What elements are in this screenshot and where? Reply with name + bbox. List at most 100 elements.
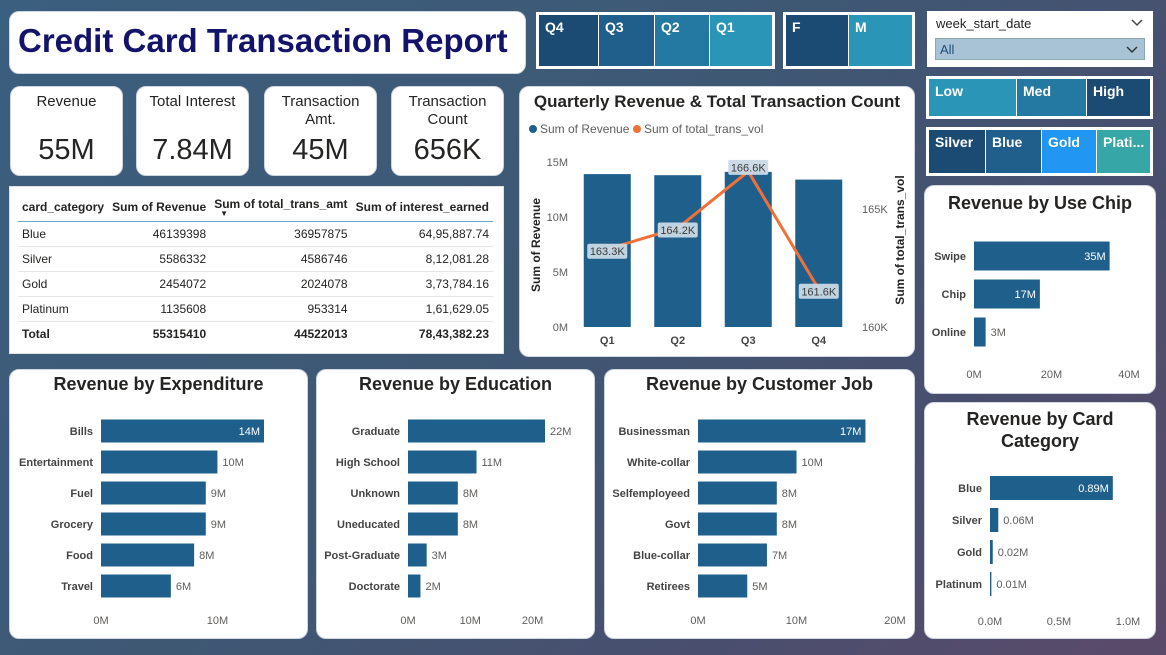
bar — [990, 540, 993, 564]
table-header[interactable]: card_category — [18, 193, 109, 222]
table-cell: 2454072 — [108, 271, 211, 297]
data-label: 8M — [199, 550, 214, 562]
table-header-sorted[interactable]: Sum of total_trans_amt ▼ — [210, 193, 352, 222]
slicer-tile-med[interactable]: Med — [1017, 79, 1087, 116]
series-line — [606, 169, 821, 291]
x-tick-label: Q3 — [741, 335, 756, 347]
legend-label: Sum of Revenue — [540, 122, 630, 136]
y-tick-label: 15M — [547, 157, 568, 169]
kpi-transaction-amt: Transaction Amt. 45M — [264, 86, 377, 176]
bar — [101, 481, 206, 505]
kpi-value: 7.84M — [152, 134, 233, 166]
chevron-down-icon[interactable] — [1131, 19, 1143, 27]
category-label: Post-Graduate — [324, 550, 400, 562]
table-cell: 46139398 — [108, 221, 211, 247]
kpi-label: Total Interest — [149, 93, 236, 110]
quarterly-chart-card: Quarterly Revenue & Total Transaction Co… — [519, 86, 915, 357]
kpi-transaction-count: Transaction Count 656K — [391, 86, 504, 176]
bar — [698, 481, 777, 505]
usechip-chart-card: Revenue by Use Chip Swipe 35M Chip 17M Onlin… — [924, 185, 1156, 394]
table-header[interactable]: Sum of interest_earned — [351, 193, 493, 222]
category-label: Unknown — [351, 488, 401, 500]
bar — [698, 543, 767, 567]
slicer-tile-low[interactable]: Low — [929, 79, 1017, 116]
category-label: Food — [66, 550, 93, 562]
legend-marker — [633, 125, 641, 133]
bar — [101, 543, 195, 567]
y2-axis-title: Sum of total_trans_vol — [893, 175, 907, 304]
kpi-total-interest: Total Interest 7.84M — [136, 86, 249, 176]
data-label: 0.89M — [1078, 483, 1109, 495]
data-label: 22M — [550, 426, 571, 438]
data-label: 161.6K — [801, 286, 837, 298]
x-tick-label: 0M — [966, 369, 981, 381]
slicer-tile-q3[interactable]: Q3 — [599, 15, 655, 66]
table-header[interactable]: Sum of Revenue — [108, 193, 211, 222]
table-cell: 1,61,629.05 — [351, 296, 493, 322]
category-label: Grocery — [51, 519, 94, 531]
x-tick-label: 1.0M — [1116, 616, 1140, 628]
card-slicer[interactable]: Silver Blue Gold Plati... — [926, 127, 1153, 176]
slicer-tile-q2[interactable]: Q2 — [655, 15, 710, 66]
chevron-down-icon — [1126, 46, 1138, 54]
table-cell: 3,73,784.16 — [351, 271, 493, 297]
data-label: 164.2K — [660, 225, 696, 237]
table-cell: 64,95,887.74 — [351, 221, 493, 247]
cardcat-chart: Blue 0.89M Silver 0.06M Gold 0.02M Platinum 0.0… — [936, 476, 1140, 628]
data-label: 8M — [463, 519, 478, 531]
expenditure-chart: Bills 14M Entertainment 10M Fuel 9M Grocery 9M F… — [19, 419, 264, 627]
data-label: 11M — [482, 457, 503, 469]
slicer-tile-gold[interactable]: Gold — [1042, 130, 1097, 173]
slicer-tile-m[interactable]: M — [849, 15, 912, 66]
slicer-tile-blue[interactable]: Blue — [986, 130, 1042, 173]
table-cell: 953314 — [210, 296, 352, 322]
bar — [101, 450, 218, 474]
slicer-tile-high[interactable]: High — [1087, 79, 1150, 116]
bar — [654, 175, 702, 327]
table-cell: 44522013 — [294, 327, 348, 342]
bar — [408, 419, 545, 443]
category-label: Businessman — [618, 426, 690, 438]
quarter-slicer[interactable]: Q4 Q3 Q2 Q1 — [536, 12, 775, 69]
card-category-table: card_category Sum of Revenue Sum of tota… — [9, 186, 504, 354]
report-title-card: Credit Card Transaction Report — [9, 11, 526, 74]
bar — [698, 574, 748, 598]
table-header-label: Sum of total_trans_amt — [214, 197, 348, 211]
category-label: Graduate — [352, 426, 400, 438]
table-cell: Total — [22, 327, 50, 342]
data-label: 35M — [1084, 251, 1105, 263]
category-label: Swipe — [934, 251, 966, 263]
category-label: Bills — [70, 426, 93, 438]
data-label: 17M — [1014, 289, 1035, 301]
x-tick-label: 0.5M — [1047, 616, 1071, 628]
week-dropdown[interactable]: All — [935, 38, 1145, 60]
data-label: 5M — [752, 581, 767, 593]
x-tick-label: 20M — [884, 615, 905, 627]
slicer-tile-f[interactable]: F — [786, 15, 849, 66]
week-slicer[interactable]: week_start_date All — [927, 11, 1153, 67]
x-tick-label: 0M — [690, 615, 705, 627]
data-label: 0.06M — [1003, 515, 1034, 527]
slicer-tile-q4[interactable]: Q4 — [539, 15, 599, 66]
table-cell: 4586746 — [210, 246, 352, 272]
job-chart-card: Revenue by Customer Job Businessman 17M Wh… — [604, 369, 915, 639]
table-cell: Blue — [18, 221, 109, 247]
slicer-tile-q1[interactable]: Q1 — [710, 15, 772, 66]
income-slicer[interactable]: Low Med High — [926, 76, 1153, 119]
bar — [408, 450, 477, 474]
category-label: Online — [932, 327, 966, 339]
data-label: 7M — [772, 550, 787, 562]
slicer-tile-platinum[interactable]: Plati... — [1097, 130, 1150, 173]
slicer-tile-silver[interactable]: Silver — [929, 130, 986, 173]
data-label: 2M — [425, 581, 440, 593]
table-row: Blue 46139398 36957875 64,95,887.74 — [18, 221, 493, 247]
data-label: 8M — [782, 488, 797, 500]
category-label: White-collar — [627, 457, 691, 469]
gender-slicer[interactable]: F M — [783, 12, 915, 69]
x-tick-label: 10M — [207, 615, 228, 627]
kpi-label: Revenue — [36, 93, 97, 110]
table-cell: 36957875 — [210, 221, 352, 247]
cardcat-chart-card: Revenue by Card Category Blue 0.89M Silver… — [924, 402, 1156, 639]
usechip-chart: Swipe 35M Chip 17M Online 3M 0M 20M 40M — [932, 241, 1140, 381]
data-label: 6M — [176, 581, 191, 593]
